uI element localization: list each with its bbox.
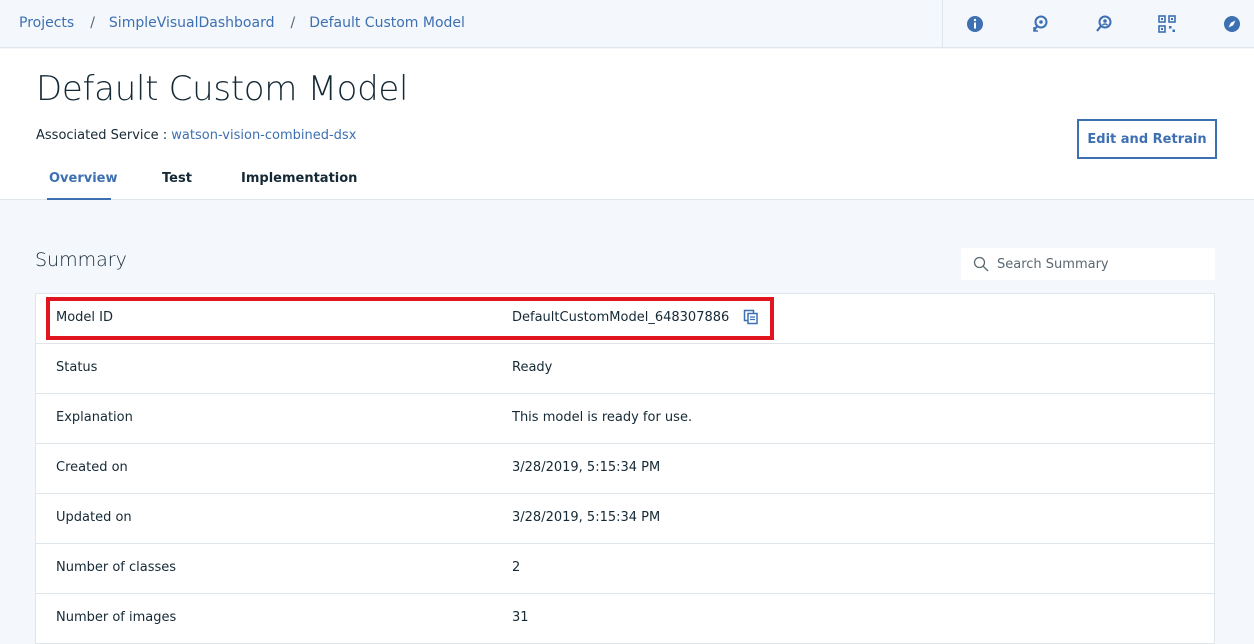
table-row: Updated on 3/28/2019, 5:15:34 PM: [36, 494, 1214, 544]
row-value: 3/28/2019, 5:15:34 PM: [512, 510, 661, 525]
associated-service: Associated Service : watson-vision-combi…: [36, 128, 356, 143]
top-bar: Projects / SimpleVisualDashboard / Defau…: [0, 0, 1254, 48]
top-icon-bar: [942, 0, 1254, 48]
breadcrumb-current: Default Custom Model: [309, 15, 465, 31]
breadcrumb-separator: /: [290, 15, 296, 31]
edit-and-retrain-button[interactable]: Edit and Retrain: [1077, 119, 1217, 159]
tab-overview[interactable]: Overview: [49, 171, 118, 186]
tab-implementation[interactable]: Implementation: [241, 171, 357, 186]
table-row: Explanation This model is ready for use.: [36, 394, 1214, 444]
table-row: Model ID DefaultCustomModel_648307886: [36, 294, 1214, 344]
associated-service-label: Associated Service :: [36, 128, 168, 143]
row-key: Status: [56, 360, 98, 375]
breadcrumb: Projects / SimpleVisualDashboard / Defau…: [19, 15, 465, 31]
search-icon: [973, 256, 989, 272]
tab-test[interactable]: Test: [162, 171, 192, 186]
row-key: Created on: [56, 460, 128, 475]
summary-table: Model ID DefaultCustomModel_648307886 St…: [35, 293, 1215, 644]
search-input[interactable]: [997, 248, 1209, 280]
row-value: 3/28/2019, 5:15:34 PM: [512, 460, 661, 475]
row-value: 31: [512, 610, 529, 625]
active-tab-indicator: [47, 198, 111, 200]
row-key: Explanation: [56, 410, 133, 425]
table-row: Number of images 31: [36, 594, 1214, 644]
search-person-icon[interactable]: [1094, 14, 1114, 34]
row-value: Ready: [512, 360, 553, 375]
associated-service-link[interactable]: watson-vision-combined-dsx: [171, 128, 356, 143]
row-key: Number of images: [56, 610, 177, 625]
page-header: Default Custom Model Associated Service …: [0, 49, 1254, 200]
apps-grid-icon[interactable]: [1157, 14, 1177, 34]
row-value: 2: [512, 560, 521, 575]
row-key: Number of classes: [56, 560, 177, 575]
summary-title: Summary: [35, 249, 127, 271]
info-icon[interactable]: [965, 14, 985, 34]
row-value: DefaultCustomModel_648307886: [512, 310, 730, 325]
table-row: Number of classes 2: [36, 544, 1214, 594]
row-key: Updated on: [56, 510, 132, 525]
breadcrumb-project[interactable]: SimpleVisualDashboard: [109, 15, 275, 31]
page-title: Default Custom Model: [36, 69, 409, 109]
copy-icon[interactable]: [743, 309, 759, 325]
feedback-icon[interactable]: [1030, 14, 1050, 34]
row-value: This model is ready for use.: [512, 410, 693, 425]
row-key: Model ID: [56, 310, 114, 325]
breadcrumb-projects[interactable]: Projects: [19, 15, 74, 31]
table-row: Created on 3/28/2019, 5:15:34 PM: [36, 444, 1214, 494]
compass-icon[interactable]: [1222, 14, 1242, 34]
search-summary: [961, 248, 1215, 280]
table-row: Status Ready: [36, 344, 1214, 394]
breadcrumb-separator: /: [90, 15, 95, 31]
